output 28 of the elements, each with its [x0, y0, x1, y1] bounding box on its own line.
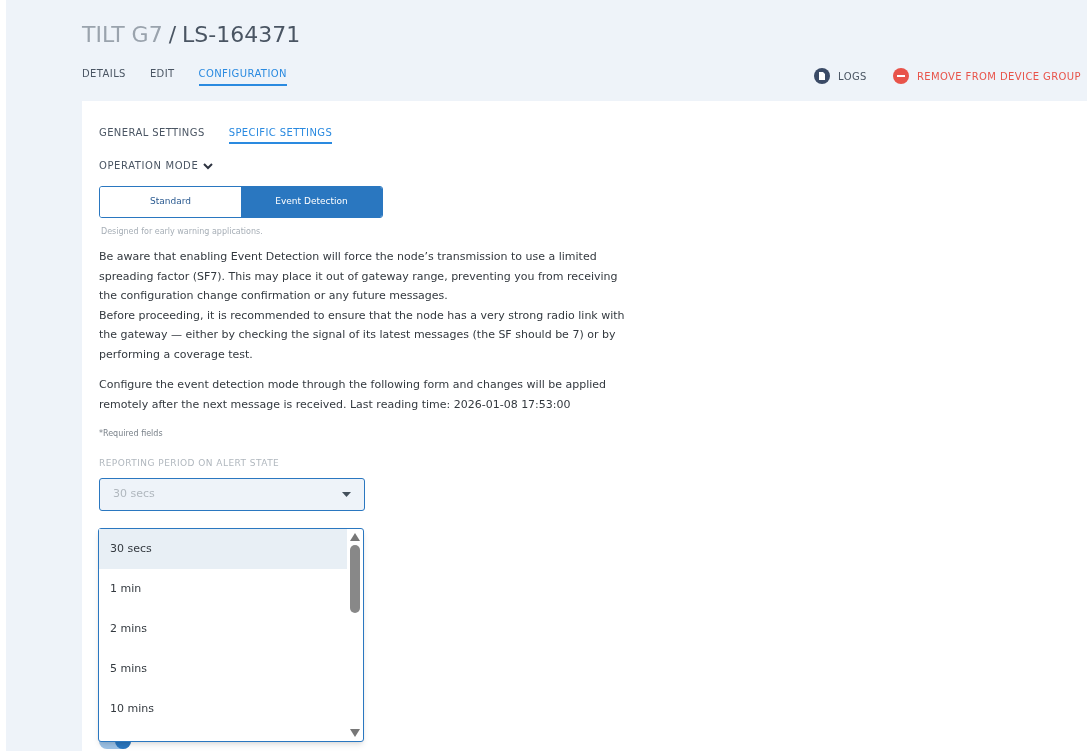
section-heading: OPERATION MODE [99, 159, 199, 173]
device-id-title: LS-164371 [182, 21, 301, 49]
mode-option[interactable]: Event Detection [241, 187, 382, 217]
minus-circle-icon [892, 68, 909, 84]
dropdown-option[interactable]: 5 mins [99, 649, 347, 689]
dropdown-option[interactable]: 2 mins [99, 609, 347, 649]
nav-tab[interactable]: EDIT [149, 66, 175, 86]
scroll-down-arrow-icon[interactable] [350, 729, 360, 737]
device-model-title: TILT G7 [82, 21, 163, 49]
field-label: REPORTING PERIOD ON ALERT STATE [99, 457, 281, 470]
mode-hint-text: Designed for early warning applications. [101, 226, 264, 238]
document-icon [814, 68, 831, 84]
logs-button[interactable]: LOGS [814, 68, 867, 84]
settings-tab[interactable]: SPECIFIC SETTINGS [228, 125, 333, 144]
dropdown-option[interactable]: 10 mins [99, 689, 347, 729]
scroll-up-arrow-icon[interactable] [350, 533, 360, 541]
nav-tab[interactable]: DETAILS [82, 66, 126, 86]
warning-paragraph: Before proceeding, it is recommended to ensure that the node has a very strong radio link with the gateway — either by checking the signal of its latest messages (the SF should be 7) or by performing a coverage test. [99, 307, 626, 363]
required-fields-note: *Required fields [99, 428, 164, 440]
chevron-icon[interactable] [203, 161, 214, 170]
dropdown-option[interactable]: 1 min [99, 569, 347, 609]
info-paragraph: Configure the event detection mode through the following form and changes will be applied remotely after the next message is received. Last reading time: 2026-01-08 17:53:00 [99, 377, 608, 413]
warning-paragraph: Be aware that enabling Event Detection will force the node’s transmission to use a limited spreading factor (SF7). This may place it out of gateway range, preventing you from receiving the configuration change confirmation or any future messages. [99, 249, 619, 304]
dropdown-caret-icon [342, 491, 351, 497]
settings-tab[interactable]: GENERAL SETTINGS [99, 125, 205, 144]
title-separator: / [168, 21, 177, 49]
dropdown-option[interactable]: 30 secs [99, 529, 347, 569]
scrollbar-thumb[interactable] [350, 545, 360, 613]
